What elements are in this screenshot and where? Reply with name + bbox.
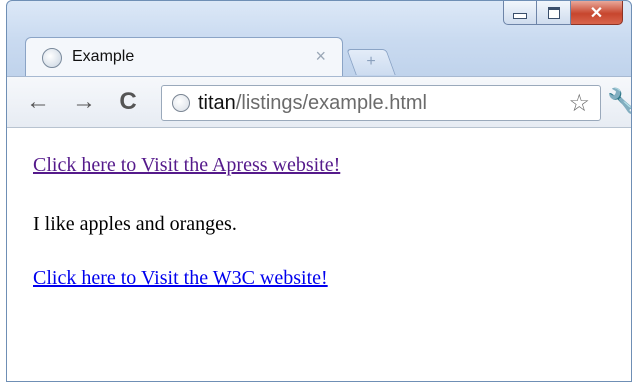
close-window-button[interactable]: ✕ xyxy=(571,1,623,25)
browser-window: ✕ Example × + ← → C titan/listings/examp… xyxy=(6,0,632,382)
url-text: titan/listings/example.html xyxy=(198,92,427,115)
back-button[interactable]: ← xyxy=(23,87,53,117)
tab-example[interactable]: Example × xyxy=(25,37,343,77)
bookmark-star-icon[interactable]: ☆ xyxy=(568,89,590,118)
wrench-icon[interactable]: 🔧 xyxy=(607,87,631,116)
window-controls: ✕ xyxy=(503,1,623,25)
close-icon: ✕ xyxy=(589,4,604,22)
tab-close-icon[interactable]: × xyxy=(315,46,326,67)
reload-button[interactable]: C xyxy=(113,87,143,117)
w3c-link[interactable]: Click here to Visit the W3C website! xyxy=(33,267,328,290)
site-info-icon[interactable] xyxy=(172,94,190,112)
minimize-icon xyxy=(513,12,527,19)
maximize-icon xyxy=(547,6,560,19)
plus-icon: + xyxy=(366,53,376,70)
toolbar: ← → C titan/listings/example.html ☆ 🔧 xyxy=(7,76,631,128)
url-host: titan xyxy=(198,92,236,114)
apress-link[interactable]: Click here to Visit the Apress website! xyxy=(33,154,340,177)
maximize-button[interactable] xyxy=(537,1,571,25)
tab-title: Example xyxy=(72,48,135,65)
page-content: Click here to Visit the Apress website! … xyxy=(7,128,631,381)
minimize-button[interactable] xyxy=(503,1,537,25)
globe-icon xyxy=(42,48,62,68)
address-bar[interactable]: titan/listings/example.html ☆ xyxy=(161,85,601,121)
forward-button[interactable]: → xyxy=(69,87,99,117)
url-path: /listings/example.html xyxy=(235,92,427,114)
new-tab-button[interactable]: + xyxy=(346,49,396,75)
paragraph-text: I like apples and oranges. xyxy=(33,213,237,235)
